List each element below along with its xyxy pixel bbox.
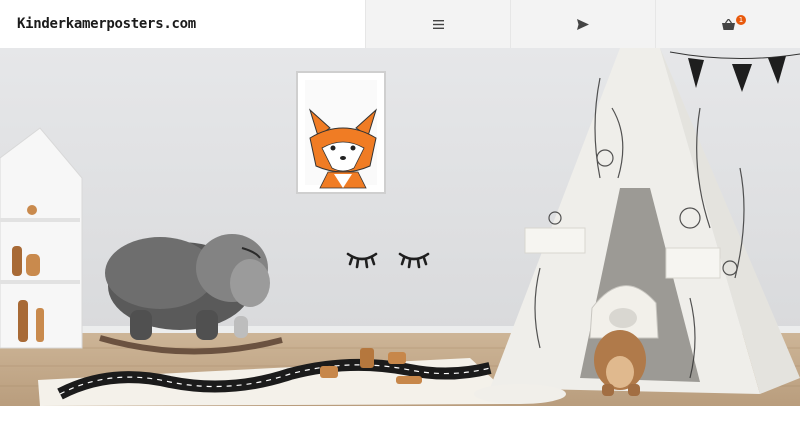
- logo[interactable]: Kinderkamerposters.com: [0, 0, 365, 48]
- fox-poster: [296, 71, 386, 194]
- hamburger-menu-icon: [432, 19, 444, 29]
- page-body-background: [0, 406, 800, 435]
- cart-button[interactable]: 1: [655, 0, 800, 48]
- cart-count-badge: 1: [736, 15, 746, 25]
- floor-cushion: [474, 384, 566, 404]
- shopping-basket-icon: [721, 18, 735, 30]
- paper-plane-icon: [577, 18, 589, 30]
- menu-button[interactable]: [365, 0, 510, 48]
- contact-button[interactable]: [510, 0, 655, 48]
- hero-image: [0, 48, 800, 406]
- logo-text[interactable]: Kinderkamerposters.com: [17, 16, 196, 32]
- site-header: Kinderkamerposters.com 1: [0, 0, 800, 48]
